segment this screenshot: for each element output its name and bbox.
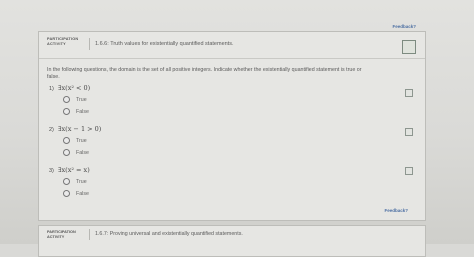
question-2-option-true[interactable]: True (63, 137, 87, 144)
activity-title: 1.6.6: Truth values for existentially qu… (89, 38, 234, 50)
radio-button[interactable] (63, 178, 70, 185)
question-number: 1) (49, 86, 54, 92)
question-2: 2) ∃x(x − 1 > 0) (49, 125, 101, 133)
feedback-link-bottom[interactable]: Feedback? (384, 208, 408, 213)
option-label: False (76, 190, 89, 197)
participation-activity-card: PARTICIPATION ACTIVITY 1.6.6: Truth valu… (38, 31, 426, 221)
radio-button[interactable] (63, 190, 70, 197)
next-activity-title: 1.6.7: Proving universal and existential… (89, 229, 243, 240)
radio-button[interactable] (63, 149, 70, 156)
page: Feedback? PARTICIPATION ACTIVITY 1.6.6: … (0, 0, 474, 257)
question-3-option-false[interactable]: False (63, 190, 89, 197)
option-label: True (76, 137, 87, 144)
question-3-status-icon (405, 167, 413, 175)
radio-button[interactable] (63, 96, 70, 103)
question-2-option-false[interactable]: False (63, 149, 89, 156)
next-activity-type-line2: ACTIVITY (47, 235, 65, 239)
completion-checkbox-icon (402, 40, 416, 54)
option-label: False (76, 149, 89, 156)
next-activity-type-line1: PARTICIPATION (47, 230, 76, 234)
radio-button[interactable] (63, 108, 70, 115)
option-label: False (76, 108, 89, 115)
feedback-link-top[interactable]: Feedback? (392, 24, 416, 29)
activity-type-line1: PARTICIPATION (47, 37, 79, 41)
option-label: True (76, 96, 87, 103)
question-1-status-icon (405, 89, 413, 97)
question-1: 1) ∃x(x² < 0) (49, 84, 90, 92)
question-statement: ∃x(x² = x) (57, 166, 90, 174)
question-number: 3) (49, 168, 54, 174)
question-2-status-icon (405, 128, 413, 136)
question-statement: ∃x(x² < 0) (57, 84, 91, 92)
option-label: True (76, 178, 87, 185)
radio-button[interactable] (63, 137, 70, 144)
activity-header: PARTICIPATION ACTIVITY 1.6.6: Truth valu… (39, 32, 425, 59)
question-1-option-false[interactable]: False (63, 108, 89, 115)
question-3: 3) ∃x(x² = x) (49, 166, 90, 174)
question-statement: ∃x(x − 1 > 0) (57, 125, 102, 133)
question-1-option-true[interactable]: True (63, 96, 87, 103)
activity-type-label: PARTICIPATION ACTIVITY (47, 37, 78, 47)
question-3-option-true[interactable]: True (63, 178, 87, 185)
next-participation-activity-card: PARTICIPATION ACTIVITY 1.6.7: Proving un… (38, 225, 426, 257)
instructions: In the following questions, the domain i… (47, 67, 362, 80)
question-number: 2) (49, 127, 54, 133)
activity-type-line2: ACTIVITY (47, 42, 66, 46)
next-activity-type-label: PARTICIPATION ACTIVITY (47, 230, 76, 240)
